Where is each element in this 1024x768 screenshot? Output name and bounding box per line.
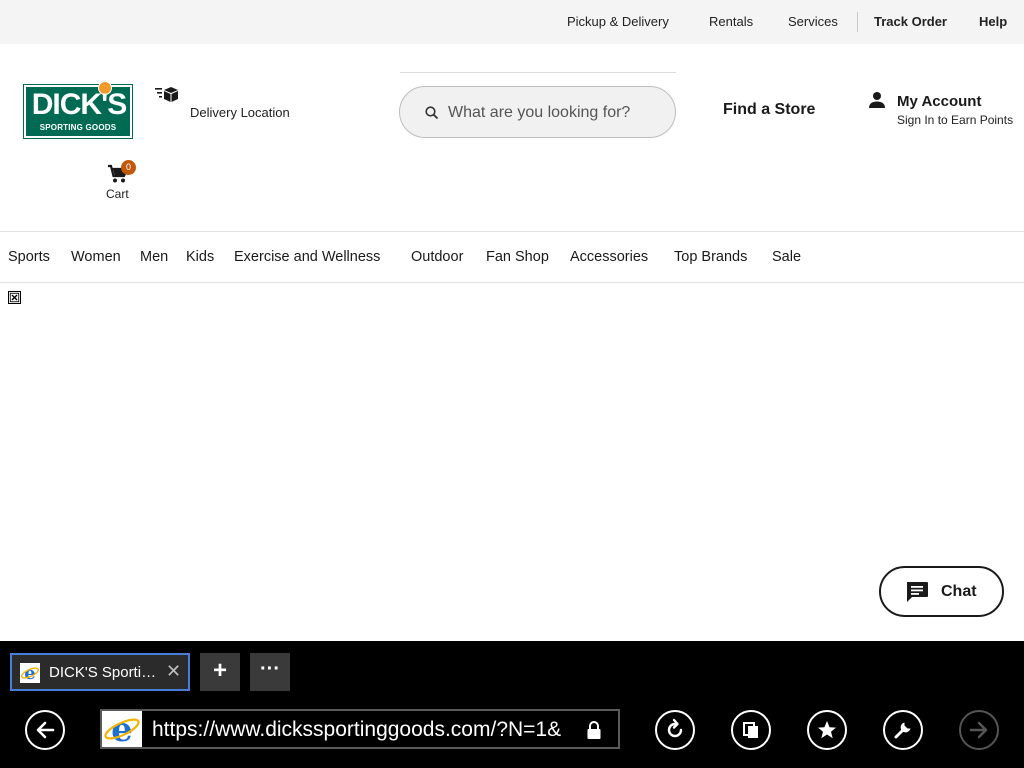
favorites-button[interactable] xyxy=(807,710,847,750)
nav-item-sports[interactable]: Sports xyxy=(8,249,50,265)
close-tab-icon[interactable]: ✕ xyxy=(166,661,181,682)
help-link[interactable]: Help xyxy=(979,14,1007,29)
address-bar[interactable]: e https://www.dickssportinggoods.com/?N=… xyxy=(100,709,620,749)
lock-icon xyxy=(587,721,601,739)
broken-image-icon xyxy=(8,291,21,304)
cart-count-badge: 0 xyxy=(121,160,136,175)
ie-logo-icon: e xyxy=(102,711,142,747)
services-link[interactable]: Services xyxy=(788,14,838,29)
search-input[interactable] xyxy=(446,101,666,125)
nav-item-men[interactable]: Men xyxy=(140,249,168,265)
tabs-button[interactable] xyxy=(731,710,771,750)
delivery-location-link[interactable]: Delivery Location xyxy=(190,105,290,120)
search-box[interactable] xyxy=(399,86,676,138)
ie-logo-icon: e xyxy=(20,663,40,683)
search-divider xyxy=(400,72,676,73)
logo-subtitle: SPORTING GOODS xyxy=(39,123,117,132)
delivery-box-icon[interactable] xyxy=(155,85,179,105)
utility-divider xyxy=(857,12,858,32)
logo-wordmark: DICK'S xyxy=(31,88,127,121)
nav-item-accessories[interactable]: Accessories xyxy=(570,249,648,265)
chat-bubble-icon xyxy=(907,582,928,602)
nav-item-exercise[interactable]: Exercise and Wellness xyxy=(234,249,380,265)
nav-item-kids[interactable]: Kids xyxy=(186,249,214,265)
nav-item-fan-shop[interactable]: Fan Shop xyxy=(486,249,549,265)
refresh-button[interactable] xyxy=(655,710,695,750)
tools-button[interactable] xyxy=(883,710,923,750)
svg-text:e: e xyxy=(111,711,133,747)
favorites-star-icon xyxy=(818,721,836,739)
new-tab-button[interactable]: + xyxy=(200,653,240,691)
tab-menu-button[interactable]: ··· xyxy=(250,653,290,691)
pickup-delivery-link[interactable]: Pickup & Delivery xyxy=(567,14,669,29)
account-icon[interactable] xyxy=(868,91,886,109)
dicks-logo[interactable]: DICK'S SPORTING GOODS xyxy=(23,81,133,139)
address-url[interactable]: https://www.dickssportinggoods.com/?N=1& xyxy=(152,718,572,742)
cart-label: Cart xyxy=(106,187,129,201)
cart-button[interactable]: 0 Cart xyxy=(100,160,140,204)
my-account-link[interactable]: My Account xyxy=(897,93,981,110)
search-icon[interactable] xyxy=(424,105,440,121)
nav-item-top-brands[interactable]: Top Brands xyxy=(674,249,747,265)
back-button[interactable] xyxy=(25,710,65,750)
browser-tab[interactable]: e DICK'S Sporting Goods ✕ xyxy=(10,653,190,691)
track-order-link[interactable]: Track Order xyxy=(874,14,947,29)
nav-divider-bottom xyxy=(0,282,1024,283)
back-arrow-icon xyxy=(36,721,55,739)
nav-item-outdoor[interactable]: Outdoor xyxy=(411,249,463,265)
svg-text:e: e xyxy=(24,663,35,683)
chat-label: Chat xyxy=(941,583,977,600)
sign-in-earn-points[interactable]: Sign In to Earn Points xyxy=(897,113,1013,127)
utility-bar: Pickup & Delivery Rentals Services Track… xyxy=(0,0,1024,44)
tab-title: DICK'S Sporting Goods xyxy=(49,664,161,681)
nav-item-women[interactable]: Women xyxy=(71,249,121,265)
nav-item-sale[interactable]: Sale xyxy=(772,249,801,265)
rentals-link[interactable]: Rentals xyxy=(709,14,753,29)
tools-wrench-icon xyxy=(894,722,911,739)
forward-arrow-icon xyxy=(969,721,988,739)
browser-chrome: e DICK'S Sporting Goods ✕ + ··· e https:… xyxy=(0,641,1024,768)
tabs-icon xyxy=(743,722,758,738)
chat-button[interactable]: Chat xyxy=(879,566,1004,617)
nav-divider-top xyxy=(0,231,1024,232)
forward-button[interactable] xyxy=(959,710,999,750)
find-store-link[interactable]: Find a Store xyxy=(723,101,815,119)
refresh-icon xyxy=(667,718,683,738)
